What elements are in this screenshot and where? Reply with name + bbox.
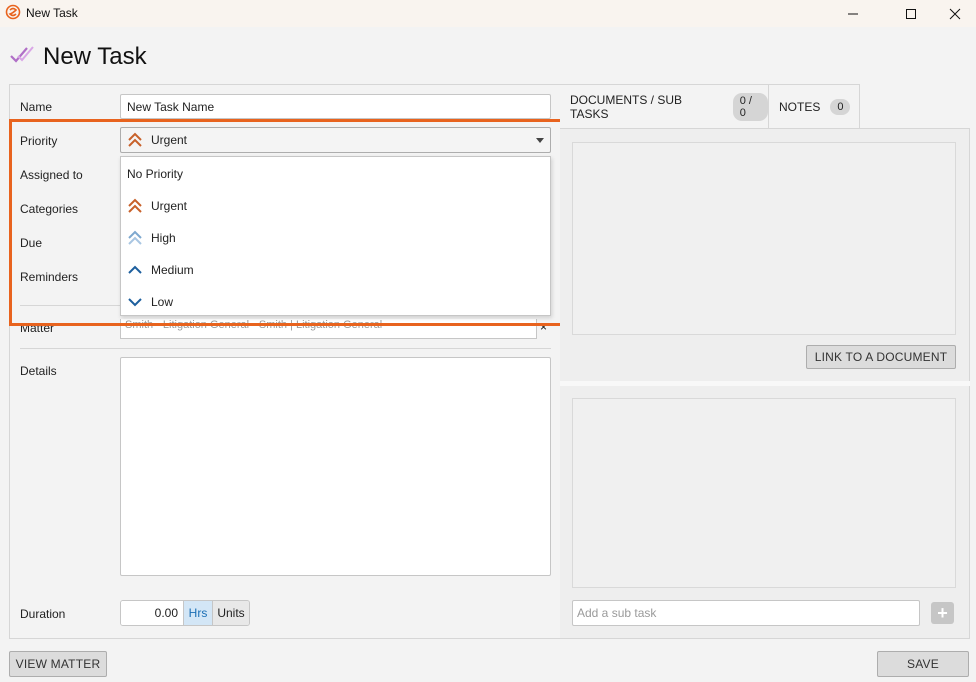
- duration-input[interactable]: 0.00: [121, 601, 183, 625]
- matter-value: Smith - Litigation General - Smith | Lit…: [125, 319, 383, 331]
- right-panel: DOCUMENTS / SUB TASKS 0 / 0 NOTES 0 LINK…: [560, 84, 970, 639]
- details-textarea[interactable]: [120, 357, 551, 576]
- double-chevron-up-icon: [128, 132, 142, 147]
- priority-selected-value: Urgent: [151, 133, 188, 147]
- save-button[interactable]: SAVE: [877, 651, 969, 677]
- name-label: Name: [20, 100, 53, 114]
- divider: [20, 348, 551, 349]
- assigned-to-label: Assigned to: [20, 168, 83, 182]
- priority-option-urgent[interactable]: Urgent: [121, 191, 550, 221]
- categories-label: Categories: [20, 202, 79, 216]
- hrs-toggle[interactable]: Hrs: [183, 601, 212, 625]
- view-matter-button[interactable]: VIEW MATTER: [9, 651, 107, 677]
- units-toggle[interactable]: Units: [212, 601, 249, 625]
- chevron-up-icon: [128, 265, 142, 274]
- section-separator: [560, 381, 970, 386]
- matter-field[interactable]: Smith - Litigation General - Smith | Lit…: [120, 319, 537, 339]
- documents-list: [572, 142, 956, 335]
- duration-input-group: 0.00 Hrs Units: [120, 600, 250, 626]
- reminders-label: Reminders: [20, 270, 79, 284]
- priority-option-high[interactable]: High: [121, 223, 550, 253]
- option-label: High: [151, 231, 176, 245]
- task-check-icon: [10, 46, 34, 63]
- tab-notes[interactable]: NOTES 0: [768, 84, 860, 129]
- priority-label: Priority: [20, 134, 58, 148]
- option-label: Urgent: [151, 199, 188, 213]
- tab-content: LINK TO A DOCUMENT: [560, 128, 970, 639]
- docs-count-badge: 0 / 0: [732, 93, 768, 121]
- page-title: New Task: [43, 43, 147, 70]
- divider: [20, 305, 120, 306]
- task-name-input[interactable]: New Task Name: [120, 94, 551, 119]
- task-name-value: New Task Name: [127, 99, 215, 114]
- tab-label: NOTES: [779, 100, 821, 114]
- option-label: No Priority: [127, 167, 184, 181]
- tab-label: DOCUMENTS / SUB TASKS: [570, 93, 683, 121]
- priority-option-medium[interactable]: Medium: [121, 255, 550, 285]
- priority-option-low[interactable]: Low: [121, 287, 550, 317]
- add-subtask-input[interactable]: Add a sub task: [572, 600, 920, 626]
- add-subtask-button[interactable]: +: [931, 602, 954, 624]
- duration-label: Duration: [20, 607, 66, 621]
- chevron-down-icon: [128, 298, 142, 307]
- link-document-button[interactable]: LINK TO A DOCUMENT: [806, 345, 956, 369]
- subtasks-list: [572, 398, 956, 588]
- button-label: LINK TO A DOCUMENT: [814, 350, 948, 364]
- priority-select[interactable]: Urgent: [120, 127, 551, 153]
- tab-documents-subtasks[interactable]: DOCUMENTS / SUB TASKS 0 / 0: [560, 84, 768, 129]
- priority-option-no-priority[interactable]: No Priority: [121, 159, 550, 189]
- details-label: Details: [20, 364, 57, 378]
- notes-count-badge: 0: [830, 99, 851, 115]
- option-label: Low: [151, 295, 174, 309]
- page-header: New Task: [0, 0, 976, 84]
- button-label: SAVE: [907, 657, 939, 671]
- option-label: Medium: [151, 263, 194, 277]
- chevron-down-icon: [536, 138, 544, 143]
- button-label: VIEW MATTER: [15, 657, 101, 671]
- double-chevron-up-light-icon: [128, 230, 142, 245]
- priority-dropdown-list: No Priority Urgent High Medium Low: [120, 156, 551, 316]
- due-label: Due: [20, 236, 43, 250]
- matter-clear-button[interactable]: ×: [540, 320, 547, 334]
- matter-label: Matter: [20, 321, 55, 335]
- double-chevron-up-icon: [128, 198, 142, 213]
